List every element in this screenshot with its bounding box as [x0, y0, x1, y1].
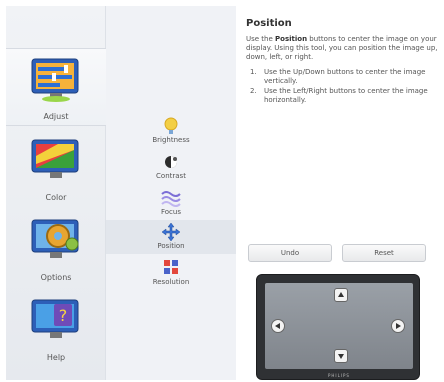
category-sidebar: Adjust Color Options ? Help [6, 6, 106, 380]
move-left-button[interactable] [271, 319, 285, 333]
category-adjust[interactable]: Adjust [6, 48, 106, 126]
category-label: Help [46, 353, 66, 362]
arrow-down-icon [338, 354, 344, 359]
subitem-label: Resolution [152, 278, 190, 286]
arrow-left-icon [275, 323, 280, 329]
arrow-up-icon [338, 292, 344, 297]
subitem-position[interactable]: Position [106, 220, 236, 254]
description: Use the Position buttons to center the i… [246, 35, 442, 62]
svg-text:?: ? [59, 306, 68, 325]
category-label: Color [45, 193, 67, 202]
subitem-focus[interactable]: Focus [106, 186, 236, 220]
step-item: 1. Use the Up/Down buttons to center the… [250, 68, 440, 86]
options-gear-icon [31, 219, 79, 258]
category-label: Options [40, 273, 72, 282]
subitem-brightness[interactable]: Brightness [106, 114, 236, 148]
color-icon [31, 139, 79, 178]
brightness-icon [164, 117, 178, 134]
monitor-preview: PHILIPS [256, 274, 420, 380]
monitor-screen [265, 283, 413, 369]
subitem-column: Brightness Contrast Focus Position Resol… [106, 6, 236, 380]
step-text: Use the Left/Right buttons to center the… [264, 87, 428, 104]
step-number: 1. [250, 68, 257, 76]
undo-button[interactable]: Undo [248, 244, 332, 262]
move-down-button[interactable] [334, 349, 348, 363]
reset-button[interactable]: Reset [342, 244, 426, 262]
arrow-right-icon [396, 323, 401, 329]
description-prefix: Use the [246, 35, 276, 43]
subitem-contrast[interactable]: Contrast [106, 150, 236, 184]
focus-icon [161, 191, 181, 207]
content-panel: Position Use the Position buttons to cen… [236, 6, 440, 380]
display-settings-window: Adjust Color Options ? Help Brightness C… [0, 0, 444, 382]
description-bold: Position [275, 35, 308, 43]
resolution-icon [164, 260, 178, 274]
subitem-label: Position [157, 242, 185, 250]
step-text: Use the Up/Down buttons to center the im… [264, 68, 426, 85]
subitem-label: Focus [161, 208, 181, 216]
subitem-label: Contrast [156, 172, 186, 180]
page-title: Position [246, 18, 292, 29]
move-right-button[interactable] [391, 319, 405, 333]
contrast-icon [165, 156, 177, 168]
monitor-adjust-icon [31, 58, 79, 102]
step-number: 2. [250, 87, 257, 95]
help-icon: ? [31, 299, 79, 338]
category-options[interactable]: Options [6, 208, 106, 286]
category-help[interactable]: ? Help [6, 288, 106, 366]
subitem-resolution[interactable]: Resolution [106, 256, 236, 290]
steps-list: 1. Use the Up/Down buttons to center the… [250, 68, 440, 106]
category-label: Adjust [43, 112, 69, 121]
monitor-brand: PHILIPS [328, 373, 350, 378]
category-color[interactable]: Color [6, 128, 106, 206]
move-up-button[interactable] [334, 288, 348, 302]
subitem-label: Brightness [152, 136, 190, 144]
position-icon [161, 222, 181, 242]
step-item: 2. Use the Left/Right buttons to center … [250, 87, 440, 105]
